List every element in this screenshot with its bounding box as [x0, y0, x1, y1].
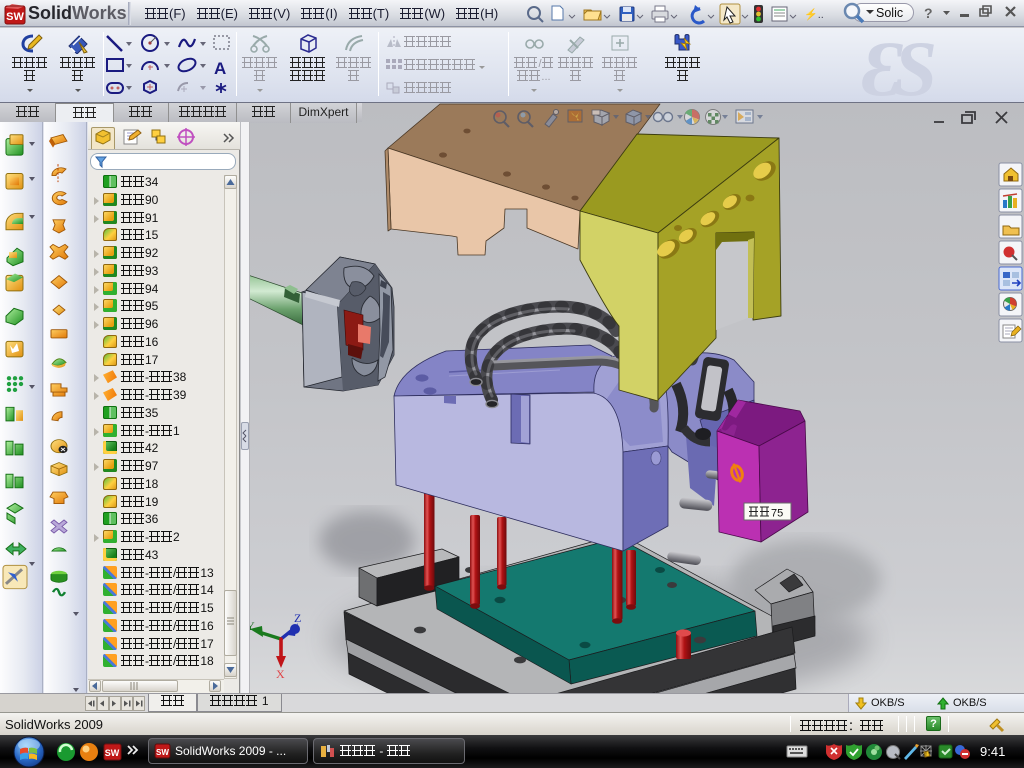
- svg-text:SW: SW: [6, 11, 24, 23]
- svg-text:X: X: [276, 667, 285, 681]
- svg-text:SW: SW: [156, 748, 169, 757]
- svg-text:75: 75: [771, 508, 783, 520]
- svg-text:Solic: Solic: [876, 6, 903, 20]
- svg-text:?: ?: [924, 5, 933, 21]
- svg-text:Z: Z: [294, 611, 301, 625]
- svg-text:A: A: [214, 59, 226, 78]
- svg-text:⚡..: ⚡..: [804, 8, 824, 21]
- svg-text:SW: SW: [105, 748, 120, 758]
